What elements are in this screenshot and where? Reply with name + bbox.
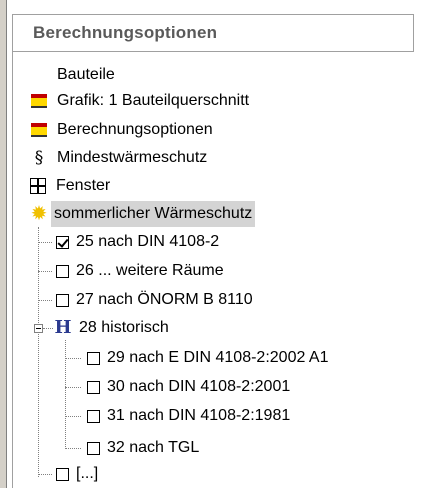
tree-item-sommerlicher-waermeschutz[interactable]: ✹ sommerlicher Wärmeschutz xyxy=(30,201,256,227)
tree-item-fenster[interactable]: Fenster xyxy=(30,173,113,199)
window-edge xyxy=(0,0,7,488)
tree-item-label: sommerlicher Wärmeschutz xyxy=(51,201,256,227)
tree-item-mindestwaermeschutz[interactable]: § Mindestwärmeschutz xyxy=(30,145,210,171)
tree-line xyxy=(38,227,40,477)
tree-item-label: Berechnungsoptionen xyxy=(57,121,213,138)
tree-line xyxy=(65,358,81,360)
tree-line xyxy=(43,328,53,330)
tree-line xyxy=(38,300,52,302)
tree-item-label: Grafik: 1 Bauteilquerschnitt xyxy=(57,92,250,109)
tree-item-30[interactable]: 30 nach DIN 4108-2:2001 xyxy=(87,374,293,400)
checkbox-32[interactable] xyxy=(87,441,100,455)
checkbox-29[interactable] xyxy=(87,351,100,365)
tree-line xyxy=(65,340,67,449)
tree-item-label: 27 nach ÖNORM B 8110 xyxy=(76,291,253,308)
tree-item-berechnungsoptionen[interactable]: Berechnungsoptionen xyxy=(30,117,216,143)
card-icon xyxy=(30,121,48,139)
tree-item-26[interactable]: 26 ... weitere Räume xyxy=(56,258,227,284)
tree-item-27[interactable]: 27 nach ÖNORM B 8110 xyxy=(56,287,256,313)
tree-item-label: [...] xyxy=(76,465,99,482)
window-icon xyxy=(30,178,46,194)
tree-item-label: 30 nach DIN 4108-2:2001 xyxy=(107,378,291,395)
paragraph-icon: § xyxy=(34,148,44,168)
tree-item-label: 29 nach E DIN 4108-2:2002 A1 xyxy=(107,349,329,366)
checkbox-27[interactable] xyxy=(56,293,69,307)
sun-icon: ✹ xyxy=(30,203,48,225)
tree-item-label: Bauteile xyxy=(57,66,115,83)
tree-item-label: Fenster xyxy=(56,177,111,194)
panel-header: Berechnungsoptionen xyxy=(12,14,414,52)
tree-line xyxy=(38,474,52,476)
checkbox-30[interactable] xyxy=(87,380,100,394)
options-panel: Berechnungsoptionen Bauteile Grafik: 1 B… xyxy=(0,0,428,488)
tree-item-label: 28 historisch xyxy=(79,319,169,336)
tree-item-bauteile[interactable]: Bauteile xyxy=(54,62,118,88)
tree-line xyxy=(38,242,52,244)
tree-item-label: 26 ... weitere Räume xyxy=(76,262,224,279)
tree-item-32[interactable]: 32 nach TGL xyxy=(87,435,202,461)
tree-item-29[interactable]: 29 nach E DIN 4108-2:2002 A1 xyxy=(87,345,332,371)
collapse-toggle[interactable] xyxy=(34,324,43,333)
tree-item-31[interactable]: 31 nach DIN 4108-2:1981 xyxy=(87,403,293,429)
tree-item-25[interactable]: 25 nach DIN 4108-2 xyxy=(56,229,222,255)
checkbox-26[interactable] xyxy=(56,264,69,278)
checkbox-31[interactable] xyxy=(87,409,100,423)
card-icon xyxy=(30,92,48,110)
panel-title: Berechnungsoptionen xyxy=(33,23,218,42)
checkbox-25[interactable] xyxy=(56,235,69,249)
tree-item-label: 25 nach DIN 4108-2 xyxy=(76,233,220,250)
h-icon: H xyxy=(54,317,72,338)
tree-line xyxy=(65,416,81,418)
tree-item-grafik[interactable]: Grafik: 1 Bauteilquerschnitt xyxy=(30,88,252,114)
tree-item-label: Mindestwärmeschutz xyxy=(57,149,208,166)
tree-item-label: 31 nach DIN 4108-2:1981 xyxy=(107,407,291,424)
tree-line xyxy=(38,271,52,273)
tree-item-28-historisch[interactable]: H 28 historisch xyxy=(54,315,172,341)
panel-divider xyxy=(12,51,13,488)
checkbox-more[interactable] xyxy=(56,467,69,481)
tree-item-label: 32 nach TGL xyxy=(107,439,200,456)
tree-line xyxy=(65,387,81,389)
tree-line xyxy=(65,448,81,450)
tree-item-more[interactable]: [...] xyxy=(56,461,101,487)
